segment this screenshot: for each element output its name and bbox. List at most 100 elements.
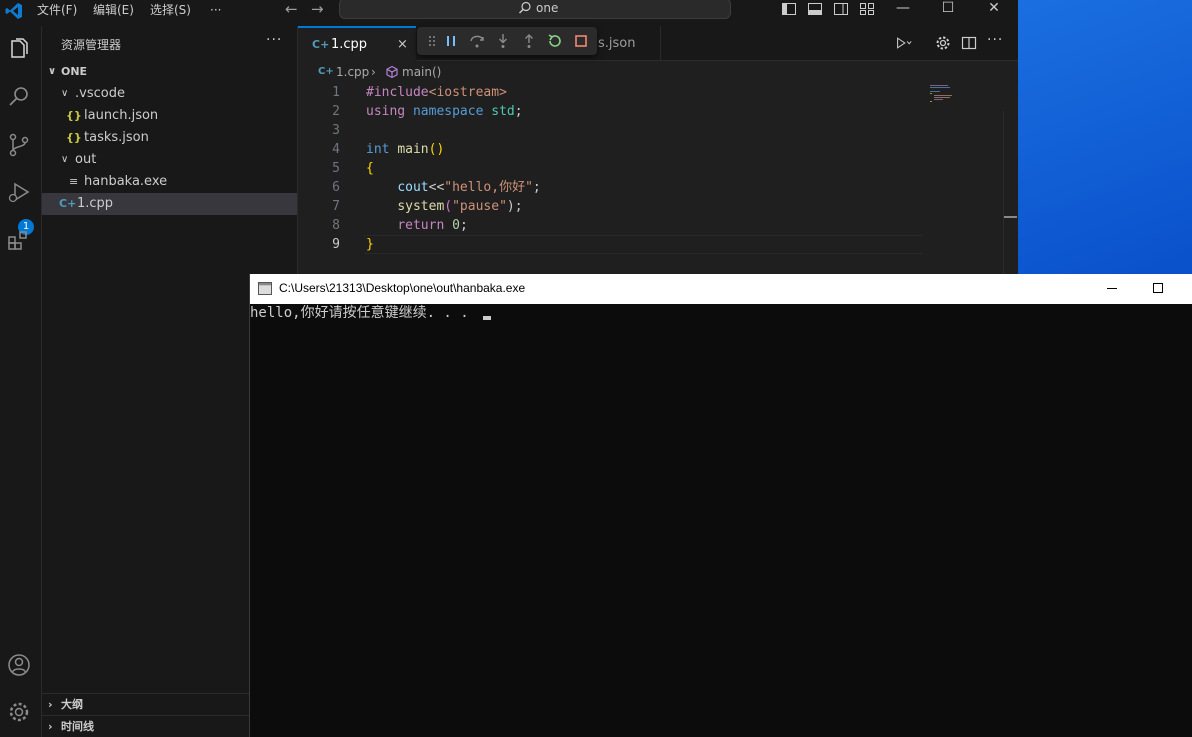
step-over-icon[interactable] xyxy=(468,32,486,50)
breadcrumb: C+ 1.cpp › main() xyxy=(298,61,1018,83)
split-editor-icon[interactable] xyxy=(961,35,977,51)
debug-toolbar xyxy=(417,27,597,55)
code-token: ; xyxy=(514,104,523,119)
explorer-icon[interactable] xyxy=(6,36,32,62)
timeline-label: 时间线 xyxy=(61,720,94,733)
root-folder-label: ONE xyxy=(61,65,88,78)
file-lines-icon: ≡ xyxy=(69,175,79,188)
tree-item-1-cpp[interactable]: C+ 1.cpp xyxy=(42,193,297,215)
tab-label: s.json xyxy=(598,36,636,51)
json-file-icon: {} xyxy=(66,131,82,144)
code-token: <iostream> xyxy=(428,85,507,100)
toggle-panel-icon[interactable] xyxy=(807,1,823,17)
drag-handle-icon[interactable] xyxy=(423,32,441,50)
console-window[interactable]: C:\Users\21313\Desktop\one\out\hanbaka.e… xyxy=(249,274,1192,737)
tree-item-label: 1.cpp xyxy=(77,196,114,211)
tab-close-icon[interactable]: × xyxy=(397,28,408,61)
code-line: 1 #include<iostream> xyxy=(298,83,923,102)
activity-bar: 1 xyxy=(0,26,42,737)
chevron-down-icon: ∨ xyxy=(61,154,69,165)
code-token: #include xyxy=(366,85,429,100)
console-output-text: hello,你好请按任意键继续. . . xyxy=(250,305,478,321)
step-into-icon[interactable] xyxy=(494,32,512,50)
code-editor[interactable]: 1 #include<iostream> 2 using namespace s… xyxy=(298,83,1018,283)
code-token: () xyxy=(428,142,445,157)
minimap[interactable] xyxy=(928,83,988,113)
customize-layout-icon[interactable] xyxy=(859,1,875,17)
root-folder[interactable]: ∨ ONE xyxy=(42,61,297,83)
tree-item-vscode-folder[interactable]: ∨ .vscode xyxy=(42,83,297,105)
code-line: 6 cout<<"hello,你好"; xyxy=(298,178,923,197)
menu-more[interactable]: ··· xyxy=(210,1,221,19)
tree-item-tasks-json[interactable]: {} tasks.json xyxy=(42,127,297,149)
sidebar-more-button[interactable]: ··· xyxy=(266,32,282,48)
line-number: 3 xyxy=(332,123,340,138)
toggle-primary-sidebar-icon[interactable] xyxy=(781,1,797,17)
chevron-right-icon: › xyxy=(48,698,53,711)
console-maximize-icon[interactable] xyxy=(1150,280,1166,296)
console-minimize-icon[interactable] xyxy=(1104,280,1120,296)
console-title-bar[interactable]: C:\Users\21313\Desktop\one\out\hanbaka.e… xyxy=(250,274,1192,304)
step-out-icon[interactable] xyxy=(520,32,538,50)
extensions-icon[interactable] xyxy=(6,228,32,254)
settings-gear-icon[interactable] xyxy=(935,35,951,51)
code-token: return xyxy=(397,218,445,233)
code-line: 4 int main() xyxy=(298,140,923,159)
code-token: } xyxy=(366,237,374,252)
code-token: 0 xyxy=(452,218,460,233)
cpp-file-icon: C+ xyxy=(318,66,334,77)
more-actions-icon[interactable]: ··· xyxy=(987,32,1003,48)
code-token: using xyxy=(366,104,406,119)
breadcrumb-file[interactable]: 1.cpp xyxy=(336,61,369,83)
code-token: main xyxy=(397,142,429,157)
code-line: 5 { xyxy=(298,159,923,178)
code-token: "pause" xyxy=(452,199,507,214)
tab-1-cpp[interactable]: C+ 1.cpp × xyxy=(298,26,416,61)
pause-icon[interactable] xyxy=(442,32,460,50)
close-button[interactable]: ✕ xyxy=(982,0,1006,18)
code-line: 8 return 0; xyxy=(298,216,923,235)
json-file-icon: {} xyxy=(66,109,82,122)
code-token: << xyxy=(428,180,445,195)
vscode-logo-icon xyxy=(5,3,22,19)
code-token: { xyxy=(366,161,374,176)
source-control-icon[interactable] xyxy=(6,132,32,158)
line-number: 4 xyxy=(332,142,340,157)
tree-item-label: tasks.json xyxy=(84,130,149,145)
search-icon[interactable] xyxy=(6,84,32,110)
search-icon xyxy=(519,1,531,14)
command-center-text: one xyxy=(536,1,559,15)
code-line: 2 using namespace std; xyxy=(298,102,923,121)
sidebar-title: 资源管理器 xyxy=(61,38,122,52)
console-cursor xyxy=(483,316,492,320)
code-line: 9 } xyxy=(298,235,923,254)
chevron-down-icon: ∨ xyxy=(61,88,69,99)
code-token: ; xyxy=(532,180,541,195)
command-center[interactable]: one xyxy=(339,0,731,19)
tree-item-label: launch.json xyxy=(84,108,159,123)
restart-icon[interactable] xyxy=(546,32,564,50)
menu-file[interactable]: 文件(F) xyxy=(37,1,77,19)
stop-icon[interactable] xyxy=(572,32,590,50)
menu-selection[interactable]: 选择(S) xyxy=(150,1,191,19)
breadcrumb-symbol[interactable]: main() xyxy=(402,61,441,83)
code-token: ; xyxy=(459,218,468,233)
forward-arrow-icon[interactable]: → xyxy=(311,0,324,18)
run-debug-icon[interactable] xyxy=(6,180,32,206)
toggle-secondary-sidebar-icon[interactable] xyxy=(833,1,849,17)
account-icon[interactable] xyxy=(6,652,32,678)
tree-item-label: .vscode xyxy=(75,86,125,101)
line-number: 9 xyxy=(332,237,340,252)
minimize-button[interactable]: — xyxy=(891,0,915,18)
run-debug-dropdown-icon[interactable] xyxy=(896,35,912,51)
tree-item-hanbaka-exe[interactable]: ≡ hanbaka.exe xyxy=(42,171,297,193)
menu-edit[interactable]: 编辑(E) xyxy=(93,1,134,19)
screen: 文件(F) 编辑(E) 选择(S) ··· ← → one — ☐ ✕ 1 资源… xyxy=(0,0,1192,737)
tree-item-launch-json[interactable]: {} launch.json xyxy=(42,105,297,127)
manage-gear-icon[interactable] xyxy=(6,699,32,725)
chevron-down-icon: ∨ xyxy=(48,66,57,77)
back-arrow-icon[interactable]: ← xyxy=(285,0,298,18)
tree-item-out-folder[interactable]: ∨ out xyxy=(42,149,297,171)
maximize-button[interactable]: ☐ xyxy=(936,0,960,18)
line-number: 7 xyxy=(332,199,340,214)
